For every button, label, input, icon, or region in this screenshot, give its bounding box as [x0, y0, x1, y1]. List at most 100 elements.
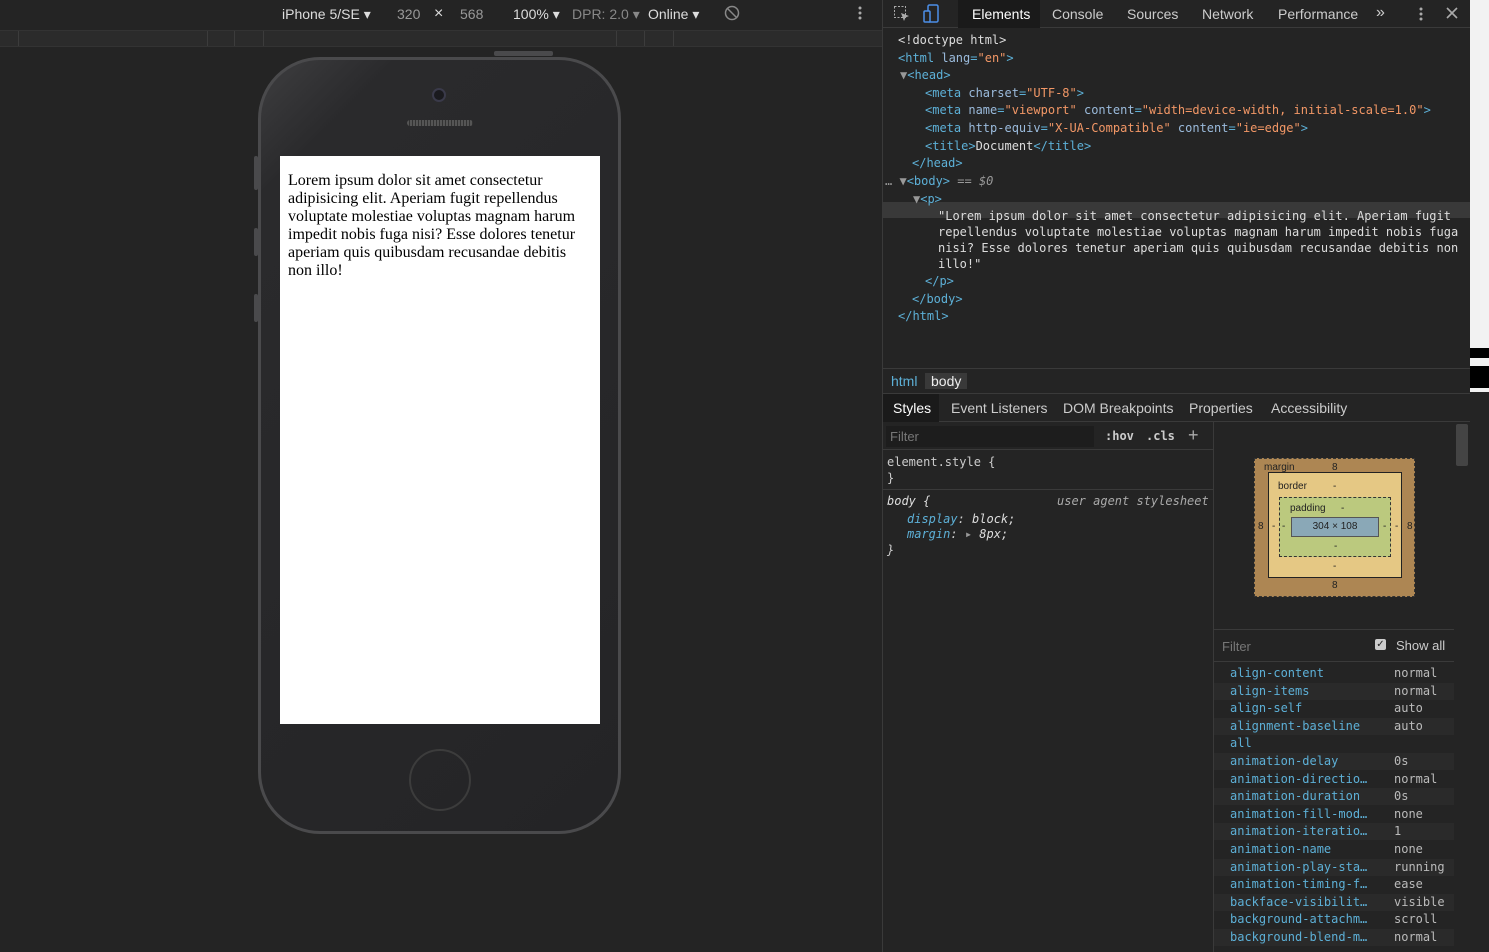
- body-rule-selector[interactable]: body {: [887, 493, 930, 509]
- styles-filter-input[interactable]: [886, 426, 1094, 447]
- computed-row[interactable]: animation-play-sta… running: [1214, 858, 1454, 876]
- computed-row[interactable]: animation-delay 0s: [1214, 753, 1454, 770]
- dom-html[interactable]: <html lang="en">: [898, 50, 1014, 66]
- computed-row[interactable]: animation-fill-mod… none: [1214, 806, 1454, 823]
- height-input[interactable]: 568: [460, 6, 483, 22]
- network-select[interactable]: Online ▾: [648, 6, 699, 23]
- devtools-menu-icon[interactable]: [1418, 6, 1424, 25]
- dom-body[interactable]: … ▼<body> == $0: [885, 173, 993, 189]
- more-tabs-button[interactable]: »: [1376, 4, 1385, 22]
- tab-dom-breakpoints[interactable]: DOM Breakpoints: [1063, 400, 1173, 416]
- computed-prop-value: none: [1394, 842, 1423, 856]
- computed-prop-value: ease: [1394, 877, 1423, 892]
- computed-row[interactable]: animation-duration 0s: [1214, 788, 1454, 806]
- element-style-rule[interactable]: element.style {: [887, 454, 995, 470]
- computed-row[interactable]: align-self auto: [1214, 700, 1454, 717]
- media-query-ruler[interactable]: [0, 30, 882, 47]
- device-toolbar: iPhone 5/SE ▾ 320 × 568 100% ▾ DPR: 2.0 …: [0, 0, 882, 28]
- dom-meta-compat[interactable]: <meta http-equiv="X-UA-Compatible" conte…: [925, 120, 1308, 136]
- dom-text-1[interactable]: "Lorem ipsum dolor sit amet consectetur …: [938, 208, 1451, 224]
- dom-meta-charset[interactable]: <meta charset="UTF-8">: [925, 85, 1084, 101]
- computed-prop-name: animation-name: [1230, 842, 1332, 856]
- new-rule-icon[interactable]: +: [1188, 425, 1199, 446]
- computed-row[interactable]: animation-directio… normal: [1214, 771, 1454, 788]
- device-toggle-icon[interactable]: [923, 4, 939, 27]
- computed-prop-name: backface-visibilit…: [1230, 894, 1368, 909]
- prop-margin[interactable]: margin: ▸ 8px;: [907, 526, 1008, 542]
- dpr-select[interactable]: DPR: 2.0 ▾: [572, 6, 640, 23]
- device-select[interactable]: iPhone 5/SE ▾: [282, 6, 371, 23]
- dom-meta-viewport[interactable]: <meta name="viewport" content="width=dev…: [925, 102, 1431, 118]
- computed-row[interactable]: align-items normal: [1214, 682, 1454, 700]
- zoom-select[interactable]: 100% ▾: [513, 6, 560, 23]
- scroll-thumb[interactable]: [1456, 424, 1468, 466]
- computed-prop-value: normal: [1394, 683, 1438, 698]
- page-viewport: Lorem ipsum dolor sit amet consectetur a…: [280, 156, 600, 724]
- show-all-checkbox[interactable]: ✓: [1375, 639, 1386, 650]
- dom-p[interactable]: ▼<p>: [913, 191, 942, 207]
- hov-toggle[interactable]: :hov: [1105, 429, 1134, 443]
- tab-elements[interactable]: Elements: [972, 6, 1030, 22]
- dom-head-close[interactable]: </head>: [912, 155, 963, 171]
- box-margin[interactable]: margin 8 8 8 8 border - - - - padding - …: [1254, 458, 1415, 597]
- computed-row[interactable]: align-content normal: [1214, 665, 1454, 682]
- ua-stylesheet-label: user agent stylesheet: [1057, 494, 1209, 508]
- tab-network[interactable]: Network: [1202, 6, 1253, 22]
- width-input[interactable]: 320: [397, 6, 420, 22]
- dom-head[interactable]: ▼<head>: [900, 67, 951, 83]
- phone-camera: [432, 88, 446, 102]
- computed-prop-value: normal: [1394, 930, 1438, 944]
- inspect-element-icon[interactable]: [893, 5, 911, 26]
- dom-text-4[interactable]: illo!": [938, 256, 981, 272]
- crumb-html[interactable]: html: [891, 373, 917, 389]
- box-model-pane: margin 8 8 8 8 border - - - - padding - …: [1214, 422, 1454, 630]
- dom-title[interactable]: <title>Document</title>: [925, 138, 1091, 154]
- tab-event-listeners[interactable]: Event Listeners: [951, 400, 1048, 416]
- phone-home-button: [409, 749, 471, 811]
- dom-doctype[interactable]: <!doctype html>: [898, 32, 1006, 48]
- tab-performance[interactable]: Performance: [1278, 6, 1358, 22]
- computed-row[interactable]: background-attachm… scroll: [1214, 911, 1454, 928]
- computed-filter-input[interactable]: Filter: [1222, 639, 1251, 654]
- dom-text-2[interactable]: repellendus voluptate molestiae voluptas…: [938, 224, 1458, 240]
- computed-row[interactable]: all: [1214, 735, 1454, 752]
- box-content[interactable]: 304 × 108: [1291, 517, 1379, 537]
- dom-p-close[interactable]: </p>: [925, 273, 954, 289]
- computed-prop-name: align-items: [1230, 683, 1310, 698]
- computed-prop-name: animation-delay: [1230, 754, 1339, 768]
- tab-styles[interactable]: Styles: [893, 400, 931, 416]
- computed-properties: align-content normal align-items normal alig…: [1214, 662, 1454, 952]
- crumb-body[interactable]: body: [925, 373, 968, 389]
- devtools-tabbar: Elements Console Sources Network Perform…: [883, 0, 1470, 28]
- more-vert-icon[interactable]: [857, 5, 863, 24]
- computed-prop-value: normal: [1394, 771, 1438, 786]
- computed-prop-value: running: [1394, 859, 1445, 874]
- computed-prop-value: visible: [1394, 894, 1445, 909]
- tab-accessibility[interactable]: Accessibility: [1271, 400, 1347, 416]
- cls-toggle[interactable]: .cls: [1146, 429, 1175, 443]
- computed-filter-row: Filter ✓ Show all: [1214, 630, 1454, 662]
- computed-row[interactable]: animation-iteratio… 1: [1214, 823, 1454, 841]
- computed-row[interactable]: background-blend-m… normal: [1214, 929, 1454, 946]
- box-padding[interactable]: padding - - - - 304 × 108: [1279, 497, 1391, 557]
- computed-row[interactable]: animation-timing-f… ease: [1214, 876, 1454, 893]
- dom-body-close[interactable]: </body>: [912, 291, 963, 307]
- close-icon[interactable]: [1445, 6, 1459, 23]
- tab-console[interactable]: Console: [1052, 6, 1103, 22]
- computed-row[interactable]: alignment-baseline auto: [1214, 717, 1454, 735]
- dimension-separator: ×: [434, 5, 444, 22]
- computed-prop-name: animation-play-sta…: [1230, 859, 1368, 874]
- dom-text-3[interactable]: nisi? Esse dolores tenetur aperiam quis …: [938, 240, 1458, 256]
- computed-prop-value: normal: [1394, 666, 1438, 680]
- computed-row[interactable]: animation-name none: [1214, 841, 1454, 858]
- prop-display[interactable]: display: block;: [907, 511, 1015, 527]
- dom-html-close[interactable]: </html>: [898, 308, 949, 324]
- tab-properties[interactable]: Properties: [1189, 400, 1253, 416]
- computed-prop-name: all: [1230, 736, 1252, 751]
- phone-power-button: [494, 51, 553, 56]
- rotate-icon[interactable]: [724, 5, 740, 24]
- tab-sources[interactable]: Sources: [1127, 6, 1178, 22]
- styles-scrollbar[interactable]: [1454, 422, 1470, 952]
- computed-row[interactable]: backface-visibilit… visible: [1214, 893, 1454, 911]
- box-border[interactable]: border - - - - padding - - - - 304 × 108: [1268, 472, 1402, 578]
